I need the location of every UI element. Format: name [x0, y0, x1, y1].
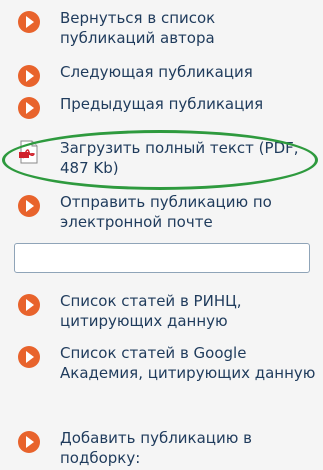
google-scholar-citing-articles-label: Список статей в Google Академия, цитирую… [60, 343, 315, 383]
add-to-collection-label: Добавить публикацию в подборку: [60, 428, 252, 468]
label-line-1: Список статей в Google [60, 344, 247, 362]
label-line-2: 487 Kb) [60, 159, 119, 177]
label-line-2: подборку: [60, 449, 141, 467]
send-by-email-label: Отправить публикацию по электронной почт… [60, 192, 272, 232]
label-line-1: Отправить публикацию по [60, 193, 272, 211]
google-scholar-citing-articles-link[interactable]: Список статей в Google Академия, цитирую… [18, 343, 319, 383]
back-to-author-publications-link[interactable]: Вернуться в список публикаций автора [18, 8, 319, 48]
play-bullet-icon [18, 65, 40, 87]
play-bullet-icon [18, 11, 40, 33]
download-full-text-link[interactable]: Загрузить полный текст (PDF, 487 Kb) [18, 138, 319, 178]
rinc-citing-articles-link[interactable]: Список статей в РИНЦ, цитирующих данную [18, 291, 319, 331]
download-full-text-label: Загрузить полный текст (PDF, 487 Kb) [60, 138, 299, 178]
label-line-2: цитирующих данную [60, 312, 228, 330]
next-publication-label: Следующая публикация [60, 63, 253, 81]
label-line-1: Вернуться в список [60, 9, 216, 27]
add-to-collection-link[interactable]: Добавить публикацию в подборку: [18, 428, 319, 468]
play-bullet-icon [18, 431, 40, 453]
next-publication-link[interactable]: Следующая публикация [18, 62, 319, 87]
email-field[interactable] [14, 243, 310, 273]
label-line-2: электронной почте [60, 213, 213, 231]
back-to-author-publications-label: Вернуться в список публикаций автора [60, 8, 215, 48]
play-bullet-icon [18, 195, 40, 217]
label-line-1: Список статей в РИНЦ, [60, 292, 242, 310]
send-by-email-link[interactable]: Отправить публикацию по электронной почт… [18, 192, 319, 232]
play-bullet-icon [18, 294, 40, 316]
label-line-2: Академия, цитирующих данную [60, 364, 316, 382]
play-bullet-icon [18, 346, 40, 368]
label-line-1: Загрузить полный текст (PDF, [60, 139, 299, 157]
previous-publication-label: Предыдущая публикация [60, 95, 264, 113]
previous-publication-link[interactable]: Предыдущая публикация [18, 94, 319, 119]
label-line-1: Добавить публикацию в [60, 429, 252, 447]
label-line-2: публикаций автора [60, 29, 215, 47]
rinc-citing-articles-label: Список статей в РИНЦ, цитирующих данную [60, 291, 242, 331]
pdf-file-icon [19, 140, 38, 164]
play-bullet-icon [18, 97, 40, 119]
